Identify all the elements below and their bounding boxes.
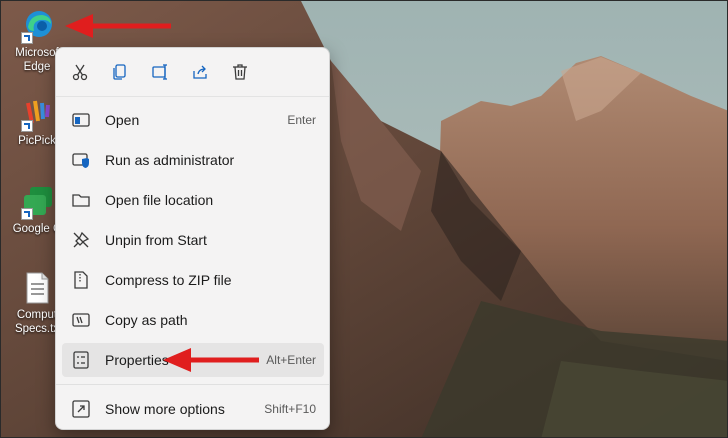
delete-icon[interactable] xyxy=(226,58,254,86)
text-file-icon xyxy=(20,271,54,305)
folder-icon xyxy=(70,189,92,211)
share-icon[interactable] xyxy=(186,58,214,86)
annotation-arrow-properties xyxy=(163,348,259,372)
menu-item-open[interactable]: Open Enter xyxy=(62,103,324,137)
more-options-icon xyxy=(70,398,92,420)
copy-icon[interactable] xyxy=(106,58,134,86)
menu-item-copy-as-path[interactable]: Copy as path xyxy=(62,303,324,337)
menu-item-label: Show more options xyxy=(105,401,225,417)
menu-separator xyxy=(56,384,329,385)
zip-icon xyxy=(70,269,92,291)
properties-icon xyxy=(70,349,92,371)
menu-item-shortcut: Alt+Enter xyxy=(266,353,316,367)
menu-item-label: Run as administrator xyxy=(105,152,235,168)
menu-item-label: Copy as path xyxy=(105,312,188,328)
menu-item-shortcut: Shift+F10 xyxy=(264,402,316,416)
shortcut-arrow-icon xyxy=(21,120,33,132)
menu-item-shortcut: Enter xyxy=(287,113,316,127)
picpick-icon xyxy=(20,97,54,132)
menu-item-label: Compress to ZIP file xyxy=(105,272,232,288)
google-chrome-icon xyxy=(20,185,54,220)
shortcut-arrow-icon xyxy=(21,208,33,220)
menu-item-compress-to-zip[interactable]: Compress to ZIP file xyxy=(62,263,324,297)
menu-item-show-more-options[interactable]: Show more options Shift+F10 xyxy=(62,392,324,426)
app-window-icon xyxy=(70,109,92,131)
menu-item-run-as-administrator[interactable]: Run as administrator xyxy=(62,143,324,177)
shortcut-arrow-icon xyxy=(21,32,33,44)
edge-icon xyxy=(20,9,54,44)
path-icon xyxy=(70,309,92,331)
cut-icon[interactable] xyxy=(66,58,94,86)
annotation-arrow-edge xyxy=(65,14,171,38)
rename-icon[interactable] xyxy=(146,58,174,86)
menu-item-label: Open file location xyxy=(105,192,214,208)
unpin-icon xyxy=(70,229,92,251)
context-menu-toolbar xyxy=(56,48,329,97)
menu-item-label: Unpin from Start xyxy=(105,232,207,248)
menu-item-unpin-from-start[interactable]: Unpin from Start xyxy=(62,223,324,257)
shield-icon xyxy=(70,149,92,171)
menu-item-open-file-location[interactable]: Open file location xyxy=(62,183,324,217)
menu-item-label: Open xyxy=(105,112,140,128)
